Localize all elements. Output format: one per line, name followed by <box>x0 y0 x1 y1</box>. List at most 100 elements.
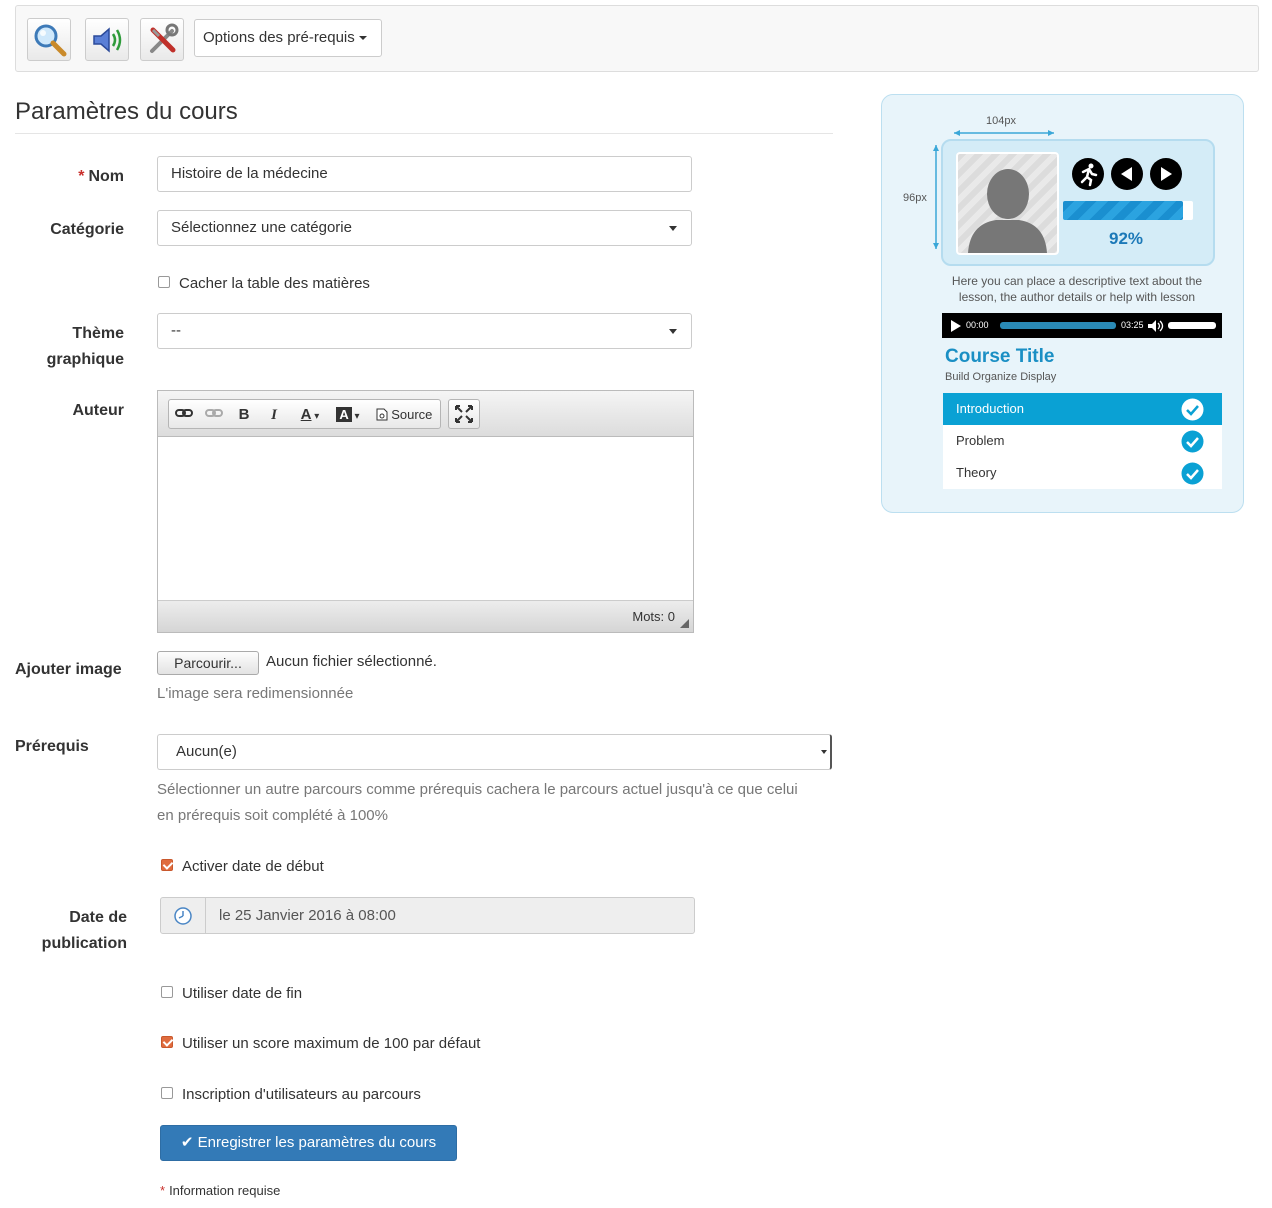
category-label: Catégorie <box>50 221 124 238</box>
preview-course-subtitle: Build Organize Display <box>945 371 1057 383</box>
preview-list-item-label: Introduction <box>956 401 1024 416</box>
hide-toc-checkbox[interactable] <box>158 276 170 288</box>
publication-date-value: le 25 Janvier 2016 à 08:00 <box>219 907 396 924</box>
editor-content-area[interactable] <box>158 438 693 600</box>
avatar-placeholder <box>956 152 1059 255</box>
play-icon <box>951 320 961 332</box>
preview-card: 92% <box>941 139 1215 266</box>
toolbar: Options des pré-requis <box>15 5 1259 72</box>
progress-bar <box>1063 201 1193 220</box>
date-addon <box>161 898 206 933</box>
volume-icon <box>1148 320 1164 332</box>
player-start-time: 00:00 <box>966 320 989 330</box>
preview-list-item-label: Problem <box>956 433 1005 448</box>
category-select[interactable]: Sélectionnez une catégorie <box>157 210 692 246</box>
clock-icon <box>174 907 192 925</box>
theme-select-value: -- <box>171 322 181 339</box>
required-star: * <box>160 1183 166 1198</box>
category-select-value: Sélectionnez une catégorie <box>171 219 352 236</box>
prereq-label: Prérequis <box>15 738 89 755</box>
check-circle-icon <box>1181 430 1204 453</box>
previous-icon <box>1111 158 1143 190</box>
theme-label: Thème graphique <box>46 325 124 368</box>
runner-icon <box>1072 158 1104 190</box>
subscribe-users-label: Inscription d'utilisateurs au parcours <box>182 1086 421 1103</box>
word-count: Mots: 0 <box>632 609 675 624</box>
player-end-time: 03:25 <box>1121 320 1144 330</box>
document-icon <box>376 408 388 421</box>
resize-handle-icon[interactable] <box>680 619 689 628</box>
check-icon: ✔ <box>180 1134 194 1151</box>
text-color-button[interactable]: A ▾ <box>295 404 325 426</box>
use-end-date-label: Utiliser date de fin <box>182 985 303 1002</box>
tools-icon <box>150 23 179 53</box>
italic-button[interactable]: I <box>263 404 285 426</box>
settings-button[interactable] <box>140 18 184 61</box>
source-button[interactable]: Source <box>371 404 437 426</box>
preview-list-item: Problem <box>943 425 1222 457</box>
caret-down-icon <box>669 226 677 231</box>
prereq-select-value: Aucun(e) <box>176 743 237 760</box>
hide-toc-label: Cacher la table des matières <box>179 275 370 292</box>
width-dimension-label: 104px <box>986 115 1016 127</box>
progress-percent: 92% <box>1109 229 1144 248</box>
no-file-text: Aucun fichier sélectionné. <box>266 653 437 670</box>
caret-down-icon <box>358 36 367 41</box>
prereq-select[interactable]: Aucun(e) <box>157 734 832 770</box>
browse-button[interactable]: Parcourir... <box>157 651 259 675</box>
page-title: Paramètres du cours <box>15 98 238 125</box>
background-color-button[interactable]: A ▾ <box>331 404 365 426</box>
author-editor: B I A ▾ A ▾ Source Mots: 0 <box>157 390 694 633</box>
speaker-icon <box>93 27 122 53</box>
required-note: * Information requise <box>160 1183 281 1198</box>
bold-icon: B <box>238 406 250 423</box>
preview-description: Here you can place a descriptive text ab… <box>951 274 1203 304</box>
next-icon <box>1150 158 1182 190</box>
preview-list-item: Theory <box>943 457 1222 489</box>
publication-date-input[interactable]: le 25 Janvier 2016 à 08:00 <box>160 897 695 934</box>
unlink-button[interactable] <box>203 404 225 426</box>
use-end-date-checkbox[interactable] <box>161 986 173 998</box>
maximize-icon <box>455 405 473 423</box>
audio-button[interactable] <box>85 18 129 61</box>
image-label: Ajouter image <box>15 661 122 678</box>
link-icon <box>175 409 193 417</box>
caret-down-icon <box>821 750 827 754</box>
check-circle-icon <box>1181 398 1204 421</box>
italic-icon: I <box>271 407 277 423</box>
course-preview-image: 104px 96px 92% Here you can place a desc… <box>881 94 1244 513</box>
text-color-icon: A <box>300 406 312 423</box>
preview-item-list: Introduction Problem Theory <box>943 393 1222 489</box>
caret-down-icon <box>669 329 677 334</box>
audio-player: 00:00 03:25 <box>942 313 1222 338</box>
theme-select[interactable]: -- <box>157 313 692 349</box>
progress-bar-fill <box>1063 201 1183 220</box>
editor-statusbar: Mots: 0 <box>158 600 693 632</box>
unlink-icon <box>205 409 223 417</box>
max-score-checkbox[interactable] <box>161 1036 173 1048</box>
prereq-options-dropdown[interactable]: Options des pré-requis <box>194 19 382 57</box>
maximize-button[interactable] <box>448 399 480 429</box>
save-settings-label: Enregistrer les paramètres du cours <box>197 1134 437 1151</box>
preview-list-item: Introduction <box>943 393 1222 425</box>
title-divider <box>15 133 833 134</box>
editor-button-group: B I A ▾ A ▾ Source <box>168 399 441 429</box>
enable-start-date-checkbox[interactable] <box>161 859 173 871</box>
required-star: * <box>78 168 85 185</box>
user-silhouette-icon <box>968 169 1047 253</box>
volume-slider <box>1168 322 1216 329</box>
bold-button[interactable]: B <box>233 404 255 426</box>
check-circle-icon <box>1181 462 1204 485</box>
search-button[interactable] <box>27 18 71 61</box>
prereq-help-line2: en prérequis soit complété à 100% <box>157 807 388 824</box>
preview-course-title: Course Title <box>945 346 1055 367</box>
name-input[interactable]: Histoire de la médecine <box>157 156 692 192</box>
height-dimension-label: 96px <box>903 192 927 204</box>
author-label: Auteur <box>72 402 124 419</box>
subscribe-users-checkbox[interactable] <box>161 1087 173 1099</box>
save-settings-button[interactable]: ✔ Enregistrer les paramètres du cours <box>160 1125 457 1161</box>
preview-list-item-label: Theory <box>956 465 997 480</box>
link-button[interactable] <box>173 404 195 426</box>
player-track <box>1000 322 1116 329</box>
editor-toolbar: B I A ▾ A ▾ Source <box>158 391 693 437</box>
